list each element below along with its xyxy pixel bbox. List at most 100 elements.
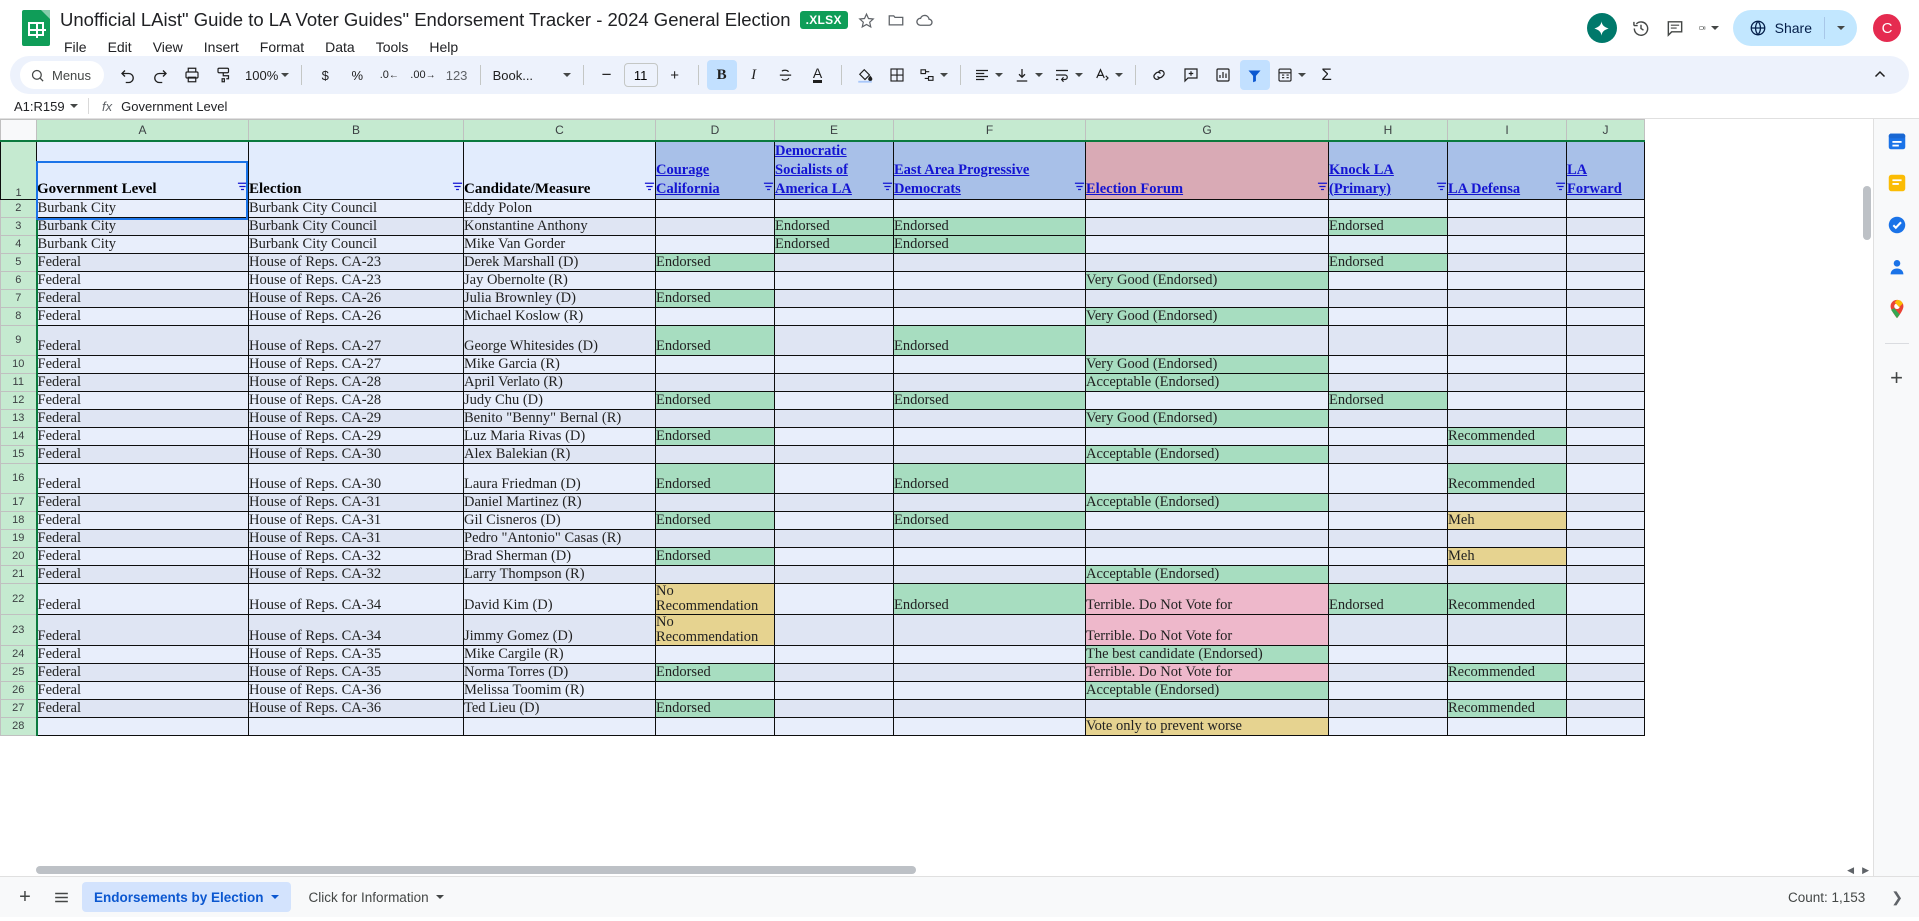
cell-I19[interactable] bbox=[1447, 528, 1567, 548]
cell-E6[interactable] bbox=[774, 270, 894, 290]
cell-E22[interactable] bbox=[774, 582, 894, 615]
row-header-10[interactable]: 10 bbox=[0, 354, 38, 374]
cell-D6[interactable] bbox=[655, 270, 775, 290]
cell-B11[interactable]: House of Reps. CA-28 bbox=[248, 372, 464, 392]
more-formats-button[interactable]: 123 bbox=[442, 60, 472, 90]
cell-G27[interactable] bbox=[1085, 698, 1329, 718]
cell-A3[interactable]: Burbank City bbox=[36, 216, 249, 236]
cell-B18[interactable]: House of Reps. CA-31 bbox=[248, 510, 464, 530]
print-button[interactable] bbox=[177, 60, 207, 90]
cell-F11[interactable] bbox=[893, 372, 1086, 392]
borders-button[interactable] bbox=[882, 60, 912, 90]
cell-C4[interactable]: Mike Van Gorder bbox=[463, 234, 656, 254]
horizontal-align-button[interactable] bbox=[969, 60, 1007, 90]
cell-D16[interactable]: Endorsed bbox=[655, 462, 775, 494]
cell-A11[interactable]: Federal bbox=[36, 372, 249, 392]
cell-B6[interactable]: House of Reps. CA-23 bbox=[248, 270, 464, 290]
cell-G12[interactable] bbox=[1085, 390, 1329, 410]
cell-G19[interactable] bbox=[1085, 528, 1329, 548]
cell-F24[interactable] bbox=[893, 644, 1086, 664]
cell-B24[interactable]: House of Reps. CA-35 bbox=[248, 644, 464, 664]
cell-H8[interactable] bbox=[1328, 306, 1448, 326]
column-header-a[interactable]: A bbox=[36, 119, 249, 142]
cell-C15[interactable]: Alex Balekian (R) bbox=[463, 444, 656, 464]
cell-E26[interactable] bbox=[774, 680, 894, 700]
zoom-selector[interactable]: 100% bbox=[241, 60, 293, 90]
cell-D22[interactable]: No Recommendation bbox=[655, 582, 775, 615]
vertical-scroll-thumb[interactable] bbox=[1863, 186, 1871, 240]
cell-D13[interactable] bbox=[655, 408, 775, 428]
cell-D3[interactable] bbox=[655, 216, 775, 236]
cell-I8[interactable] bbox=[1447, 306, 1567, 326]
cell-H22[interactable]: Endorsed bbox=[1328, 582, 1448, 615]
cell-G23[interactable]: Terrible. Do Not Vote for bbox=[1085, 613, 1329, 646]
cell-I20[interactable]: Meh bbox=[1447, 546, 1567, 566]
cell-A14[interactable]: Federal bbox=[36, 426, 249, 446]
insert-chart-button[interactable] bbox=[1208, 60, 1238, 90]
cell-J23[interactable] bbox=[1566, 613, 1645, 646]
cell-E9[interactable] bbox=[774, 324, 894, 356]
cell-J16[interactable] bbox=[1566, 462, 1645, 494]
decrease-font-size-button[interactable]: − bbox=[592, 60, 622, 90]
cell-I16[interactable]: Recommended bbox=[1447, 462, 1567, 494]
menu-item-tools[interactable]: Tools bbox=[374, 37, 411, 57]
cell-F21[interactable] bbox=[893, 564, 1086, 584]
comment-icon[interactable] bbox=[1665, 18, 1685, 38]
name-box-dropdown-icon[interactable] bbox=[70, 104, 78, 108]
column-header-b[interactable]: B bbox=[248, 119, 464, 142]
header-cell-h[interactable]: Knock LA (Primary) bbox=[1328, 140, 1448, 200]
insert-link-button[interactable] bbox=[1144, 60, 1174, 90]
cell-G18[interactable] bbox=[1085, 510, 1329, 530]
cell-C10[interactable]: Mike Garcia (R) bbox=[463, 354, 656, 374]
cell-F2[interactable] bbox=[893, 198, 1086, 218]
cell-B10[interactable]: House of Reps. CA-27 bbox=[248, 354, 464, 374]
cell-C25[interactable]: Norma Torres (D) bbox=[463, 662, 656, 682]
cell-J27[interactable] bbox=[1566, 698, 1645, 718]
header-cell-c[interactable]: Candidate/Measure bbox=[463, 140, 656, 200]
cell-A21[interactable]: Federal bbox=[36, 564, 249, 584]
cell-H24[interactable] bbox=[1328, 644, 1448, 664]
sheet-tab-click-for-information[interactable]: Click for Information bbox=[297, 882, 456, 912]
row-header-23[interactable]: 23 bbox=[0, 613, 38, 646]
cell-E24[interactable] bbox=[774, 644, 894, 664]
cell-C17[interactable]: Daniel Martinez (R) bbox=[463, 492, 656, 512]
cell-A12[interactable]: Federal bbox=[36, 390, 249, 410]
cell-H10[interactable] bbox=[1328, 354, 1448, 374]
cell-C26[interactable]: Melissa Toomim (R) bbox=[463, 680, 656, 700]
cell-D28[interactable] bbox=[655, 716, 775, 736]
cell-B5[interactable]: House of Reps. CA-23 bbox=[248, 252, 464, 272]
row-header-11[interactable]: 11 bbox=[0, 372, 38, 392]
scroll-left-icon[interactable]: ◀ bbox=[1847, 865, 1854, 876]
cell-J22[interactable] bbox=[1566, 582, 1645, 615]
cell-B16[interactable]: House of Reps. CA-30 bbox=[248, 462, 464, 494]
cell-I9[interactable] bbox=[1447, 324, 1567, 356]
cell-B3[interactable]: Burbank City Council bbox=[248, 216, 464, 236]
increase-font-size-button[interactable]: + bbox=[660, 60, 690, 90]
add-sheet-button[interactable]: + bbox=[10, 882, 40, 912]
cell-J20[interactable] bbox=[1566, 546, 1645, 566]
cell-C11[interactable]: April Verlato (R) bbox=[463, 372, 656, 392]
cell-F28[interactable] bbox=[893, 716, 1086, 736]
cell-A8[interactable]: Federal bbox=[36, 306, 249, 326]
menu-item-edit[interactable]: Edit bbox=[106, 37, 134, 57]
filter-icon[interactable] bbox=[1436, 181, 1447, 199]
menu-item-file[interactable]: File bbox=[62, 37, 89, 57]
cell-G7[interactable] bbox=[1085, 288, 1329, 308]
cell-C22[interactable]: David Kim (D) bbox=[463, 582, 656, 615]
cell-A2[interactable]: Burbank City bbox=[36, 198, 249, 218]
cell-D25[interactable]: Endorsed bbox=[655, 662, 775, 682]
row-header-13[interactable]: 13 bbox=[0, 408, 38, 428]
font-size-input[interactable]: 11 bbox=[623, 63, 658, 87]
cell-F27[interactable] bbox=[893, 698, 1086, 718]
cell-J13[interactable] bbox=[1566, 408, 1645, 428]
row-header-4[interactable]: 4 bbox=[0, 234, 38, 254]
star-icon[interactable] bbox=[857, 10, 877, 30]
cell-G5[interactable] bbox=[1085, 252, 1329, 272]
cell-C5[interactable]: Derek Marshall (D) bbox=[463, 252, 656, 272]
currency-format-button[interactable]: $ bbox=[310, 60, 340, 90]
cell-E18[interactable] bbox=[774, 510, 894, 530]
add-addon-icon[interactable]: + bbox=[1885, 365, 1909, 390]
cell-D2[interactable] bbox=[655, 198, 775, 218]
sheet-tab-dropdown-icon[interactable] bbox=[270, 895, 279, 899]
cell-C9[interactable]: George Whitesides (D) bbox=[463, 324, 656, 356]
